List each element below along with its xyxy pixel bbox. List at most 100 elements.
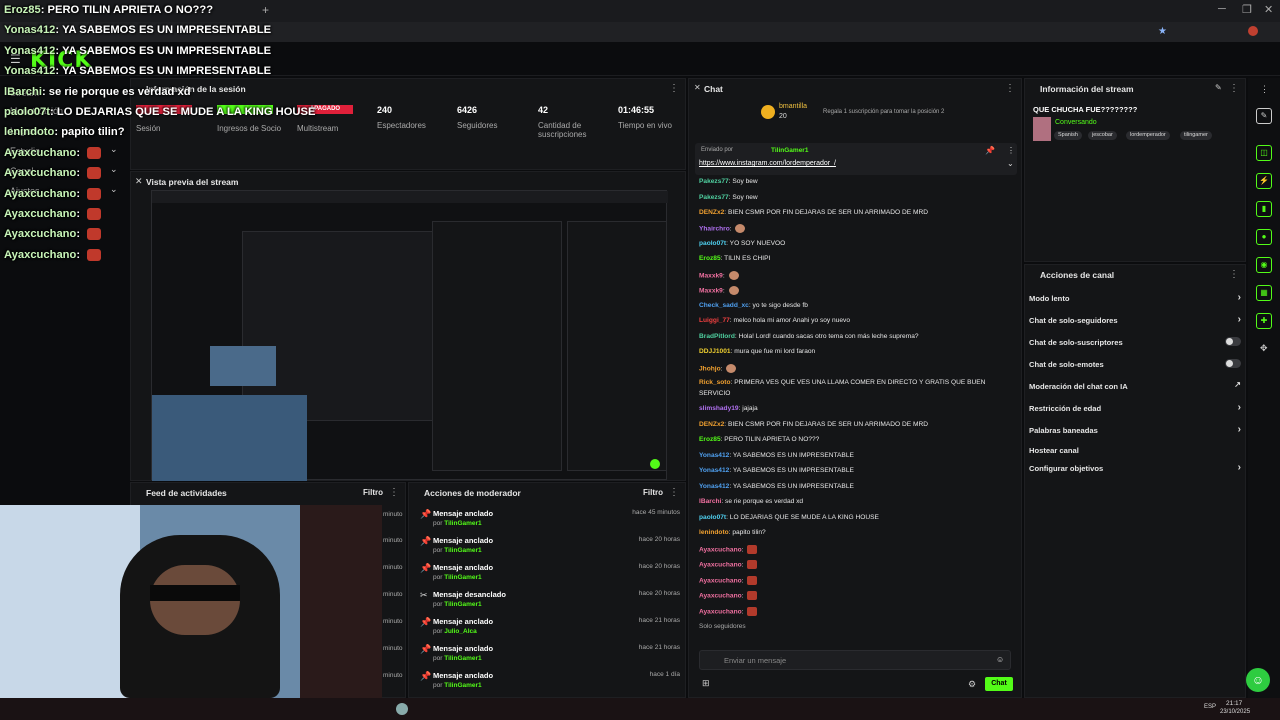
chat-username[interactable]: Yonas412 <box>699 452 729 459</box>
stream-tag[interactable]: lordemperador <box>1126 131 1170 140</box>
wrench-icon[interactable]: ✚ <box>1256 313 1272 329</box>
channel-action-row[interactable]: Chat de solo-emotes <box>1029 359 1241 369</box>
chevron-down-icon[interactable]: ⌄ <box>110 184 118 195</box>
move-icon[interactable]: ✥ <box>1260 343 1268 354</box>
profile-avatar[interactable] <box>1248 26 1258 36</box>
stream-tag[interactable]: tilingamer <box>1180 131 1212 140</box>
broadcast-icon[interactable]: ◉ <box>1256 257 1272 273</box>
close-icon[interactable]: ✕ <box>135 176 143 187</box>
channel-action-row[interactable]: Moderación del chat con IA ↗ <box>1029 380 1241 391</box>
channel-action-row[interactable]: Chat de solo-seguidores › <box>1029 314 1241 325</box>
gift-icon[interactable]: ⊞ <box>702 678 710 689</box>
channel-action-row[interactable]: Configurar objetivos › <box>1029 462 1241 473</box>
more-options-icon[interactable]: ⋮ <box>1260 84 1269 95</box>
close-icon[interactable]: ✕ <box>694 83 701 92</box>
close-icon[interactable]: ✕ <box>1264 3 1273 16</box>
chat-username[interactable]: Maxxk9 <box>699 287 723 294</box>
channel-action-row[interactable]: Palabras baneadas › <box>1029 424 1241 435</box>
channel-action-row[interactable]: Modo lento › <box>1029 292 1241 303</box>
lightning-icon[interactable]: ⚡ <box>1256 173 1272 189</box>
grid-icon[interactable]: ▦ <box>1256 285 1272 301</box>
mod-action-user[interactable]: TilinGamer1 <box>444 574 481 581</box>
chat-username[interactable]: Eroz85 <box>699 436 721 443</box>
bookmark-star-icon[interactable]: ★ <box>1158 26 1167 37</box>
chevron-down-icon[interactable]: ⌄ <box>110 144 118 155</box>
chat-username[interactable]: Check_sadd_xc <box>699 302 749 309</box>
mod-action-user[interactable]: TilinGamer1 <box>444 547 481 554</box>
chat-username[interactable]: paolo07t <box>699 514 726 521</box>
clock-date[interactable]: 23/10/2025 <box>1220 709 1250 715</box>
chat-username[interactable]: Ayaxcuchano <box>699 608 742 615</box>
category-name[interactable]: Conversando <box>1055 119 1097 126</box>
channel-action-row[interactable]: Chat de solo-suscriptores <box>1029 337 1241 347</box>
chevron-down-icon[interactable]: ⌄ <box>1007 159 1014 168</box>
stream-video[interactable] <box>151 190 668 481</box>
send-chat-button[interactable]: Chat <box>985 677 1013 691</box>
support-icon[interactable]: ☺ <box>1246 668 1270 692</box>
emoji-icon[interactable]: ☺ <box>996 655 1004 664</box>
mod-action-user[interactable]: TilinGamer1 <box>444 682 481 689</box>
chat-username[interactable]: Yonas412 <box>699 483 729 490</box>
gear-icon[interactable]: ⚙ <box>968 679 976 690</box>
chat-bubble-icon[interactable]: ● <box>1256 229 1272 245</box>
chat-username[interactable]: DENZx2 <box>699 209 724 216</box>
more-options-icon[interactable]: ⋮ <box>669 83 679 94</box>
chat-username[interactable]: slimshady19 <box>699 405 739 412</box>
more-options-icon[interactable]: ⋮ <box>1007 146 1015 155</box>
toggle-switch[interactable] <box>1225 359 1241 368</box>
clock-time[interactable]: 21:17 <box>1226 700 1242 707</box>
top-gifter-name[interactable]: bmantilla <box>779 103 807 110</box>
more-options-icon[interactable]: ⋮ <box>1229 83 1239 94</box>
chat-username[interactable]: Luiggi_77 <box>699 317 730 324</box>
chat-username[interactable]: Ayaxcuchano <box>699 546 742 553</box>
app-icon[interactable] <box>396 703 408 715</box>
edit-icon[interactable]: ✎ <box>1215 83 1222 92</box>
pinned-link[interactable]: https://www.instagram.com/lordemperador_… <box>699 160 836 167</box>
more-options-icon[interactable]: ⋮ <box>389 487 399 498</box>
screenshot-icon[interactable]: ◫ <box>1256 145 1272 161</box>
more-options-icon[interactable]: ⋮ <box>669 487 679 498</box>
gift-prompt[interactable]: Regala 1 suscripción para tomar la posic… <box>823 109 944 115</box>
chat-username[interactable]: Yhairchro <box>699 225 730 232</box>
chat-username[interactable]: Ayaxcuchano <box>699 561 742 568</box>
chat-username[interactable]: Pakezs77 <box>699 178 729 185</box>
mod-action-user[interactable]: TilinGamer1 <box>444 520 481 527</box>
channel-action-row[interactable]: Hostear canal <box>1029 446 1241 455</box>
more-options-icon[interactable]: ⋮ <box>1229 269 1239 280</box>
chat-username[interactable]: BradPitlord <box>699 333 735 340</box>
pinned-user[interactable]: TilinGamer1 <box>771 147 808 154</box>
category-thumbnail[interactable] <box>1033 117 1051 141</box>
chat-username[interactable]: lenindoto <box>699 529 729 536</box>
chat-username[interactable]: Ayaxcuchano <box>699 577 742 584</box>
chat-input[interactable]: Enviar un mensaje ☺ <box>699 650 1011 670</box>
chat-username[interactable]: Yonas412 <box>699 467 729 474</box>
mod-action-user[interactable]: TilinGamer1 <box>444 655 481 662</box>
mod-action-user[interactable]: Julio_Alca <box>444 628 477 635</box>
language-indicator[interactable]: ESP <box>1204 704 1216 710</box>
chat-username[interactable]: Jhohjo <box>699 365 721 372</box>
toggle-switch[interactable] <box>1225 337 1241 346</box>
new-tab-button[interactable]: + <box>262 3 269 17</box>
chat-username[interactable]: Maxxk9 <box>699 272 723 279</box>
chat-username[interactable]: lBarchi <box>699 498 721 505</box>
stream-tag[interactable]: Spanish <box>1054 131 1082 140</box>
chat-username[interactable]: Eroz85 <box>699 255 721 262</box>
minimize-icon[interactable]: ─ <box>1218 3 1226 15</box>
chat-username[interactable]: Rick_soto <box>699 379 731 386</box>
chat-username[interactable]: DDJJ1001 <box>699 348 731 355</box>
maximize-icon[interactable]: ❐ <box>1242 3 1252 16</box>
mod-action-user[interactable]: TilinGamer1 <box>444 601 481 608</box>
chat-username[interactable]: paolo07t <box>699 240 726 247</box>
chevron-down-icon[interactable]: ⌄ <box>110 164 118 175</box>
edit-icon[interactable]: ✎ <box>1256 108 1272 124</box>
more-options-icon[interactable]: ⋮ <box>1005 83 1015 94</box>
pin-icon[interactable]: 📌 <box>985 146 995 155</box>
filter-button[interactable]: Filtro <box>643 488 663 497</box>
stream-tag[interactable]: jescobar <box>1088 131 1117 140</box>
chat-username[interactable]: Ayaxcuchano <box>699 592 742 599</box>
bookmark-icon[interactable]: ▮ <box>1256 201 1272 217</box>
channel-action-row[interactable]: Restricción de edad › <box>1029 402 1241 413</box>
chat-username[interactable]: DENZx2 <box>699 421 724 428</box>
filter-button[interactable]: Filtro <box>363 488 383 497</box>
chat-username[interactable]: Pakezs77 <box>699 194 729 201</box>
